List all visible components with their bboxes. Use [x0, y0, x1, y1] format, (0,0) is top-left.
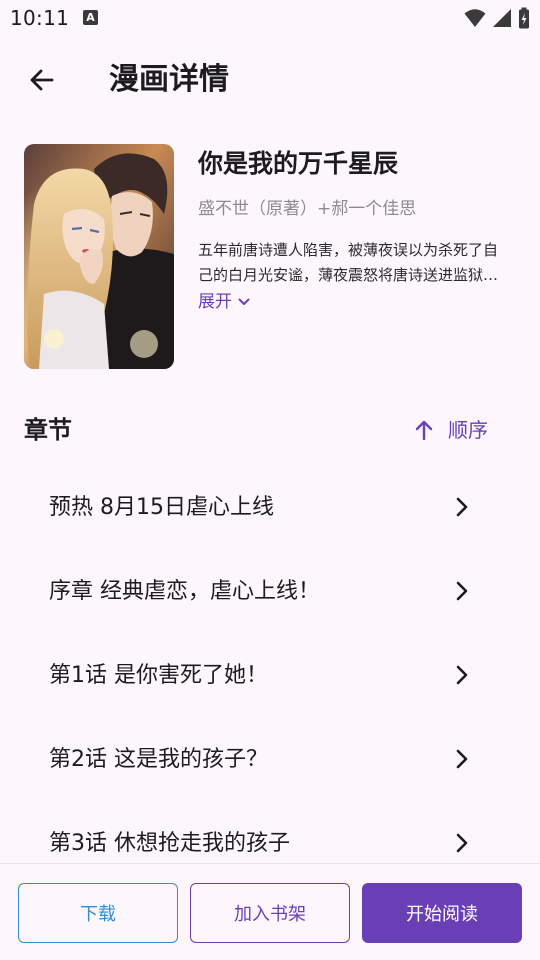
chapter-item[interactable]: 第1话 是你害死了她！ — [0, 634, 540, 718]
download-button[interactable]: 下载 — [18, 883, 178, 943]
expand-label: 展开 — [198, 292, 232, 312]
signal-icon — [493, 9, 511, 27]
arrow-up-icon — [415, 420, 433, 441]
chevron-right-icon — [456, 581, 468, 601]
chapter-title: 第1话 是你害死了她！ — [49, 663, 268, 688]
app-bar: 漫画详情 — [0, 48, 540, 112]
chevron-right-icon — [456, 497, 468, 517]
expand-description-link[interactable]: 展开 — [198, 290, 250, 314]
arrow-left-icon — [30, 69, 54, 91]
chevron-right-icon — [456, 833, 468, 853]
chevron-right-icon — [456, 749, 468, 769]
back-button[interactable] — [22, 60, 62, 100]
chevron-right-icon — [456, 665, 468, 685]
chapter-title: 序章 经典虐恋，虐心上线！ — [49, 579, 320, 604]
status-time: 10:11 — [10, 6, 70, 30]
chapters-heading: 章节 — [24, 416, 72, 444]
chapter-title: 预热 8月15日虐心上线 — [49, 495, 274, 520]
cover-illustration — [24, 144, 174, 369]
comic-author: 盛不世（原著）+郝一个佳思 — [198, 199, 417, 219]
chapter-list: 预热 8月15日虐心上线 序章 经典虐恋，虐心上线！ 第1话 是你害死了她！ 第… — [0, 466, 540, 886]
chapter-title: 第3话 休想抢走我的孩子 — [49, 831, 290, 856]
status-bar: 10:11 A — [0, 0, 540, 38]
sort-order-button[interactable]: 顺序 — [414, 414, 488, 446]
chapter-item[interactable]: 序章 经典虐恋，虐心上线！ — [0, 550, 540, 634]
add-to-shelf-button[interactable]: 加入书架 — [190, 883, 350, 943]
sort-label: 顺序 — [448, 418, 488, 442]
bottom-action-bar: 下载 加入书架 开始阅读 — [0, 863, 540, 960]
wifi-icon — [464, 9, 486, 27]
comic-cover-image[interactable] — [24, 144, 174, 369]
chevron-down-icon — [238, 298, 250, 305]
page-title: 漫画详情 — [109, 62, 229, 97]
a-icon: A — [83, 10, 98, 25]
chapter-item[interactable]: 预热 8月15日虐心上线 — [0, 466, 540, 550]
start-reading-button[interactable]: 开始阅读 — [362, 883, 522, 943]
comic-title: 你是我的万千星辰 — [198, 149, 399, 178]
chapter-item[interactable]: 第2话 这是我的孩子？ — [0, 718, 540, 802]
status-icons — [464, 7, 530, 29]
chapter-title: 第2话 这是我的孩子？ — [49, 747, 268, 772]
comic-detail-screen: 10:11 A 漫画详情 你是我的万千星辰 盛不世（原著）+郝一个佳思 五年前唐… — [0, 0, 540, 960]
comic-description: 五年前唐诗遭人陷害，被薄夜误以为杀死了自己的白月光安谧，薄夜震怒将唐诗送进监狱，… — [198, 241, 499, 284]
battery-icon — [519, 7, 529, 29]
